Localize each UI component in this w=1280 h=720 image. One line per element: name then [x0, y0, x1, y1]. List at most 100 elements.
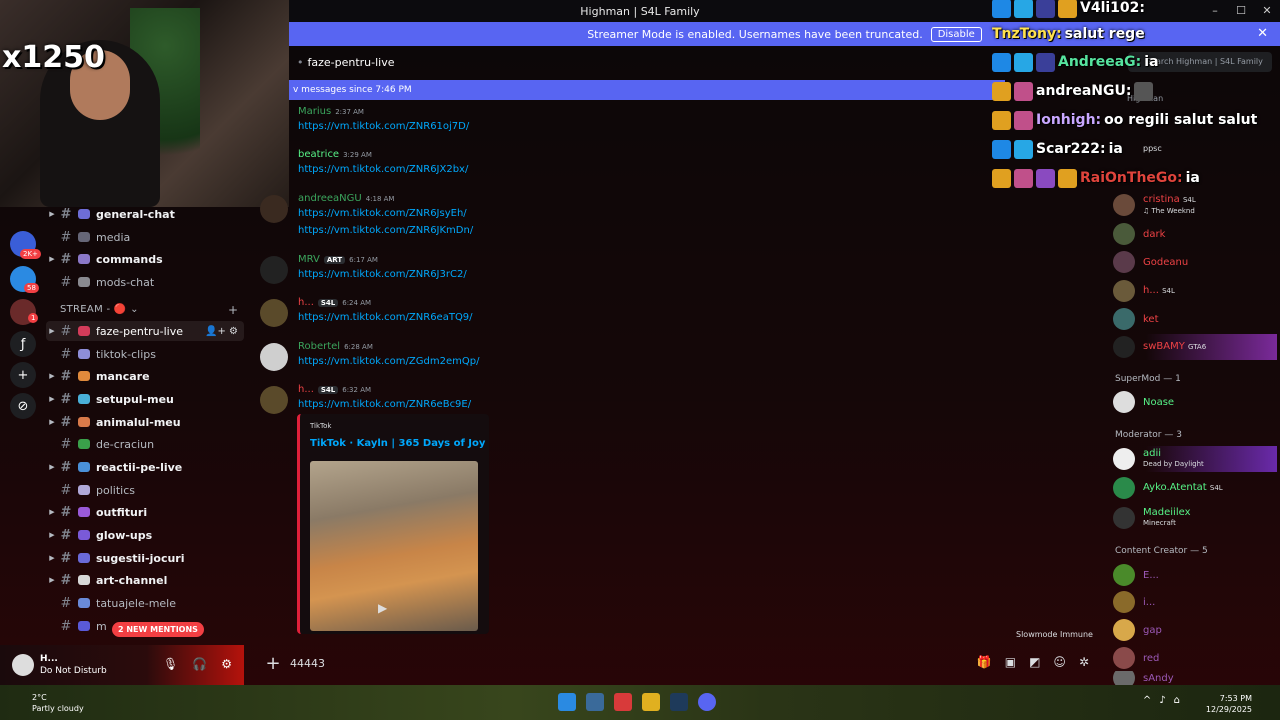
message-link[interactable]: https://vm.tiktok.com/ZNR61oj7D/: [298, 121, 469, 132]
message-link[interactable]: https://vm.tiktok.com/ZNR6JKmDn/: [298, 225, 473, 236]
member-item[interactable]: E...: [1113, 562, 1277, 588]
category-stream[interactable]: STREAM - 🔴 ⌄ +: [60, 303, 238, 317]
avatar[interactable]: [260, 343, 288, 371]
message-author[interactable]: Robertel: [298, 341, 340, 352]
channel-settings-icon[interactable]: 👤+ ⚙: [205, 326, 238, 337]
clock[interactable]: 7:53 PM 12/29/2025: [1206, 693, 1252, 715]
channel-media[interactable]: # media: [46, 227, 244, 247]
gift-icon[interactable]: 🎁: [977, 655, 992, 669]
member-item[interactable]: h... S4L: [1113, 278, 1277, 304]
add-channel-icon[interactable]: +: [228, 303, 238, 317]
message-author[interactable]: beatrice: [298, 149, 339, 160]
browser-icon[interactable]: [614, 693, 632, 711]
member-item[interactable]: swBAMY GTA6: [1113, 334, 1277, 360]
discover-icon[interactable]: ⊘: [10, 393, 36, 419]
member-item[interactable]: sAndy: [1113, 671, 1277, 685]
message-author[interactable]: Marius: [298, 106, 331, 117]
discord-icon[interactable]: [698, 693, 716, 711]
embed-title[interactable]: TikTok · Kayln | 365 Days of Joy: [310, 438, 485, 449]
network-icon[interactable]: ⌂: [1174, 695, 1180, 706]
file-explorer-icon[interactable]: [642, 693, 660, 711]
member-item[interactable]: ket: [1113, 306, 1277, 332]
new-messages-bar[interactable]: v messages since 7:46 PM: [289, 80, 1005, 100]
disable-button[interactable]: Disable: [930, 26, 982, 42]
avatar[interactable]: [260, 195, 288, 223]
microphone-icon[interactable]: 🎙: [163, 657, 178, 671]
message-link[interactable]: https://vm.tiktok.com/ZNR6eBc9E/: [298, 399, 471, 410]
hash-icon: #: [60, 251, 72, 267]
start-icon[interactable]: [558, 693, 576, 711]
channel-tatuajele-mele[interactable]: # tatuajele-mele: [46, 593, 244, 613]
video-thumbnail[interactable]: ▶: [310, 461, 478, 631]
chevron-up-icon[interactable]: ^: [1143, 695, 1151, 706]
headphones-icon[interactable]: 🎧: [192, 657, 207, 671]
channel-de-craciun[interactable]: # de-craciun: [46, 434, 244, 454]
attach-plus-icon[interactable]: +: [256, 653, 290, 674]
message-time: 3:29 AM: [343, 150, 372, 159]
channel-animalul-meu[interactable]: ▶ # animalul-meu: [46, 412, 244, 432]
avatar[interactable]: [260, 386, 288, 414]
message-author[interactable]: andreeaNGU: [298, 193, 362, 204]
channel-tiktok-clips[interactable]: # tiktok-clips: [46, 344, 244, 364]
message-author[interactable]: h...: [298, 384, 314, 395]
message-link[interactable]: https://vm.tiktok.com/ZNR6JX2bx/: [298, 164, 468, 175]
volume-icon[interactable]: ♪: [1159, 695, 1165, 706]
hash-icon: #: [60, 323, 72, 339]
user-info[interactable]: H... Do Not Disturb: [40, 653, 107, 677]
channel-general-chat[interactable]: ▶ # general-chat: [46, 204, 244, 224]
sticker-icon[interactable]: ◩: [1029, 655, 1040, 669]
channel-art-channel[interactable]: ▶ # art-channel: [46, 570, 244, 590]
play-icon[interactable]: ▶: [378, 601, 387, 615]
channel-outfituri[interactable]: ▶ # outfituri: [46, 502, 244, 522]
channel-sugestii-jocuri[interactable]: ▶ # sugestii-jocuri: [46, 548, 244, 568]
member-item[interactable]: i...: [1113, 589, 1277, 615]
new-mentions-pill[interactable]: 2 NEW MENTIONS: [112, 622, 204, 637]
badge-icon: [1014, 52, 1033, 72]
channel-commands[interactable]: ▶ # commands: [46, 249, 244, 269]
steam-icon[interactable]: [670, 693, 688, 711]
apps-icon[interactable]: ✲: [1079, 655, 1089, 669]
message-author[interactable]: MRV: [298, 254, 320, 265]
member-item[interactable]: Ayko.Atentat S4L: [1113, 475, 1277, 501]
channel-mancare[interactable]: ▶ # mancare: [46, 366, 244, 386]
avatar[interactable]: [12, 654, 34, 676]
channel-emoji-icon: [78, 232, 90, 242]
member-item[interactable]: gap: [1113, 617, 1277, 643]
user-status: Do Not Disturb: [40, 666, 107, 676]
role-tag: GTA6: [1188, 343, 1207, 351]
message-link[interactable]: https://vm.tiktok.com/ZGdm2emQp/: [298, 356, 479, 367]
channel-emoji-icon: [78, 530, 90, 540]
channel-reactii-pe-live[interactable]: ▶ # reactii-pe-live: [46, 457, 244, 477]
message-input[interactable]: 44443: [290, 657, 325, 670]
member-item[interactable]: Madeiilex Minecraft: [1113, 505, 1277, 531]
add-server-icon[interactable]: +: [10, 362, 36, 388]
emote-icon: [1134, 81, 1154, 101]
channel-mods-chat[interactable]: # mods-chat: [46, 272, 244, 292]
settings-gear-icon[interactable]: ⚙: [221, 657, 232, 671]
message-link[interactable]: https://vm.tiktok.com/ZNR6JsyEh/: [298, 208, 467, 219]
channel-glow-ups[interactable]: ▶ # glow-ups: [46, 525, 244, 545]
member-item[interactable]: dark: [1113, 221, 1277, 247]
gif-icon[interactable]: ▣: [1005, 655, 1016, 669]
member-item[interactable]: Godeanu: [1113, 249, 1277, 275]
member-item[interactable]: adii Dead by Daylight: [1113, 446, 1277, 472]
channel-politics[interactable]: # politics: [46, 480, 244, 500]
channel-emoji-icon: [78, 507, 90, 517]
member-item[interactable]: red: [1113, 645, 1277, 671]
app-icon[interactable]: [586, 693, 604, 711]
server-icon[interactable]: ƒ: [10, 331, 36, 357]
message-link[interactable]: https://vm.tiktok.com/ZNR6J3rC2/: [298, 269, 467, 280]
role-tag: ART: [323, 255, 346, 264]
weather-widget[interactable]: 2°C Partly cloudy: [10, 692, 84, 714]
message-link[interactable]: https://vm.tiktok.com/ZNR6eaTQ9/: [298, 312, 473, 323]
channel-label: de-craciun: [96, 437, 155, 451]
member-item[interactable]: cristina S4L ♫ The Weeknd: [1113, 192, 1277, 218]
channel-faze-pentru-live[interactable]: ▶ # faze-pentru-live 👤+ ⚙: [46, 321, 244, 341]
emoji-icon[interactable]: ☺: [1053, 655, 1066, 669]
member-name: Godeanu: [1143, 256, 1189, 268]
member-item[interactable]: Noase: [1113, 389, 1277, 415]
avatar[interactable]: [260, 256, 288, 284]
avatar[interactable]: [260, 299, 288, 327]
message-author[interactable]: h...: [298, 297, 314, 308]
channel-setupul-meu[interactable]: ▶ # setupul-meu: [46, 389, 244, 409]
